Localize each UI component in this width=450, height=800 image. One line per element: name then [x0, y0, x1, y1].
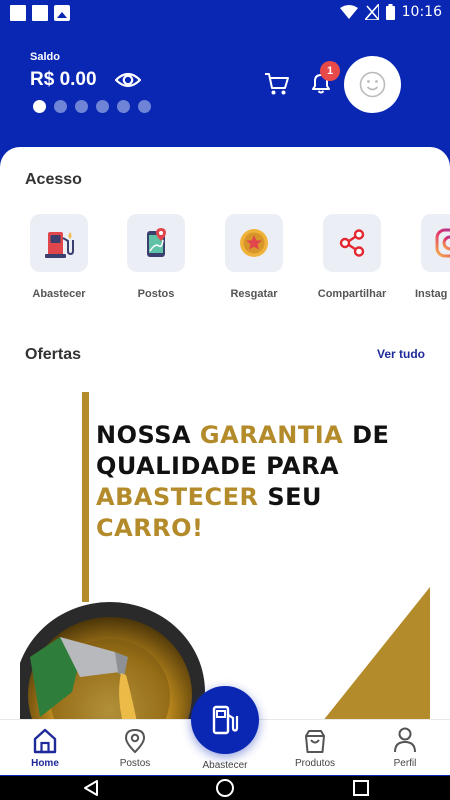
shopping-bag-icon: [305, 730, 325, 753]
coin-star-icon: [240, 229, 268, 257]
balance-label: Saldo: [30, 51, 60, 63]
nav-label: Produtos: [294, 758, 336, 769]
carousel-dot[interactable]: [117, 100, 130, 113]
recent-apps-icon[interactable]: [352, 779, 370, 797]
shortcut-abastecer[interactable]: Abastecer: [14, 214, 104, 300]
nav-postos[interactable]: Postos: [95, 720, 175, 769]
home-circle-icon[interactable]: [215, 778, 235, 798]
battery-icon: [385, 4, 395, 20]
nav-home[interactable]: Home: [5, 720, 85, 769]
shortcut-label: Postos: [137, 288, 175, 300]
eye-icon[interactable]: [115, 69, 141, 91]
shortcut-label: Compartilhar: [317, 288, 387, 300]
shortcut-resgatar[interactable]: Resgatar: [209, 214, 299, 300]
banner-gold-triangle: [318, 587, 430, 727]
no-signal-icon: [364, 4, 379, 20]
shortcut-instagram[interactable]: Instag: [405, 214, 450, 300]
banner-headline: NOSSA GARANTIA DE QUALIDADE PARA ABASTEC…: [96, 420, 430, 544]
carousel-dot[interactable]: [138, 100, 151, 113]
offer-banner[interactable]: NOSSA GARANTIA DE QUALIDADE PARA ABASTEC…: [20, 392, 430, 727]
carousel-dots: [33, 100, 151, 113]
shortcut-label: Abastecer: [32, 288, 86, 300]
carousel-dot[interactable]: [33, 100, 46, 113]
fuel-pump-icon: [212, 705, 239, 735]
shortcut-tile: [127, 214, 185, 272]
nav-label: Perfil: [393, 758, 417, 769]
see-all-link[interactable]: Ver tudo: [377, 347, 425, 361]
content-card: Acesso Abastecer Postos Resgatar Compart…: [0, 147, 450, 727]
abastecer-fab-button[interactable]: [191, 686, 259, 754]
system-navigation-bar: [0, 776, 450, 800]
banner-text-part: ABASTECER: [96, 483, 259, 511]
nav-produtos[interactable]: Produtos: [275, 720, 355, 769]
status-bar: 10:16: [0, 0, 450, 26]
banner-gold-bar: [82, 392, 89, 602]
section-title-ofertas: Ofertas: [25, 346, 82, 363]
shortcut-postos[interactable]: Postos: [111, 214, 201, 300]
section-title-acesso: Acesso: [25, 171, 82, 188]
map-pin-icon: [124, 728, 146, 754]
banner-text-part: SEU: [258, 483, 323, 511]
shortcut-tile: [323, 214, 381, 272]
shortcut-label: Resgatar: [230, 288, 278, 300]
fab-label: Abastecer: [202, 760, 248, 771]
notification-square-icon: [32, 5, 48, 21]
banner-text-part: DE: [343, 421, 390, 449]
cart-icon[interactable]: [264, 72, 290, 96]
back-icon[interactable]: [82, 779, 100, 797]
smiley-icon: [359, 71, 386, 98]
instagram-icon: [435, 228, 450, 258]
map-pin-phone-icon: [147, 228, 166, 257]
fuel-pump-icon: [45, 232, 74, 258]
nav-perfil[interactable]: Perfil: [365, 720, 445, 769]
carousel-dot[interactable]: [75, 100, 88, 113]
carousel-dot[interactable]: [54, 100, 67, 113]
banner-text-part: CARRO!: [96, 514, 204, 542]
user-icon: [394, 727, 416, 753]
wifi-icon: [339, 5, 358, 19]
banner-text-part: NOSSA: [96, 421, 200, 449]
shortcut-tile: [30, 214, 88, 272]
fuel-nozzle-image: [20, 602, 205, 727]
shortcut-label: Instag: [415, 288, 448, 300]
home-icon: [33, 728, 57, 754]
carousel-dot[interactable]: [96, 100, 109, 113]
status-time: 10:16: [401, 4, 442, 20]
notification-badge: 1: [320, 61, 340, 81]
share-icon: [339, 229, 365, 257]
banner-text-part: GARANTIA: [199, 421, 344, 449]
shortcut-tile: [225, 214, 283, 272]
access-shortcuts: Abastecer Postos Resgatar Compartilhar I…: [0, 214, 450, 314]
nav-label: Home: [31, 758, 59, 769]
avatar[interactable]: [344, 56, 401, 113]
balance-value: R$ 0.00: [30, 69, 97, 90]
image-notification-icon: [54, 5, 70, 21]
shortcut-tile: [421, 214, 450, 272]
shortcut-compartilhar[interactable]: Compartilhar: [307, 214, 397, 300]
nav-label: Postos: [119, 758, 151, 769]
app-screen: 10:16 Saldo R$ 0.00 1 Acesso Abastecer P…: [0, 0, 450, 800]
banner-text-part: QUALIDADE PARA: [96, 452, 340, 480]
notification-square-icon: [10, 5, 26, 21]
